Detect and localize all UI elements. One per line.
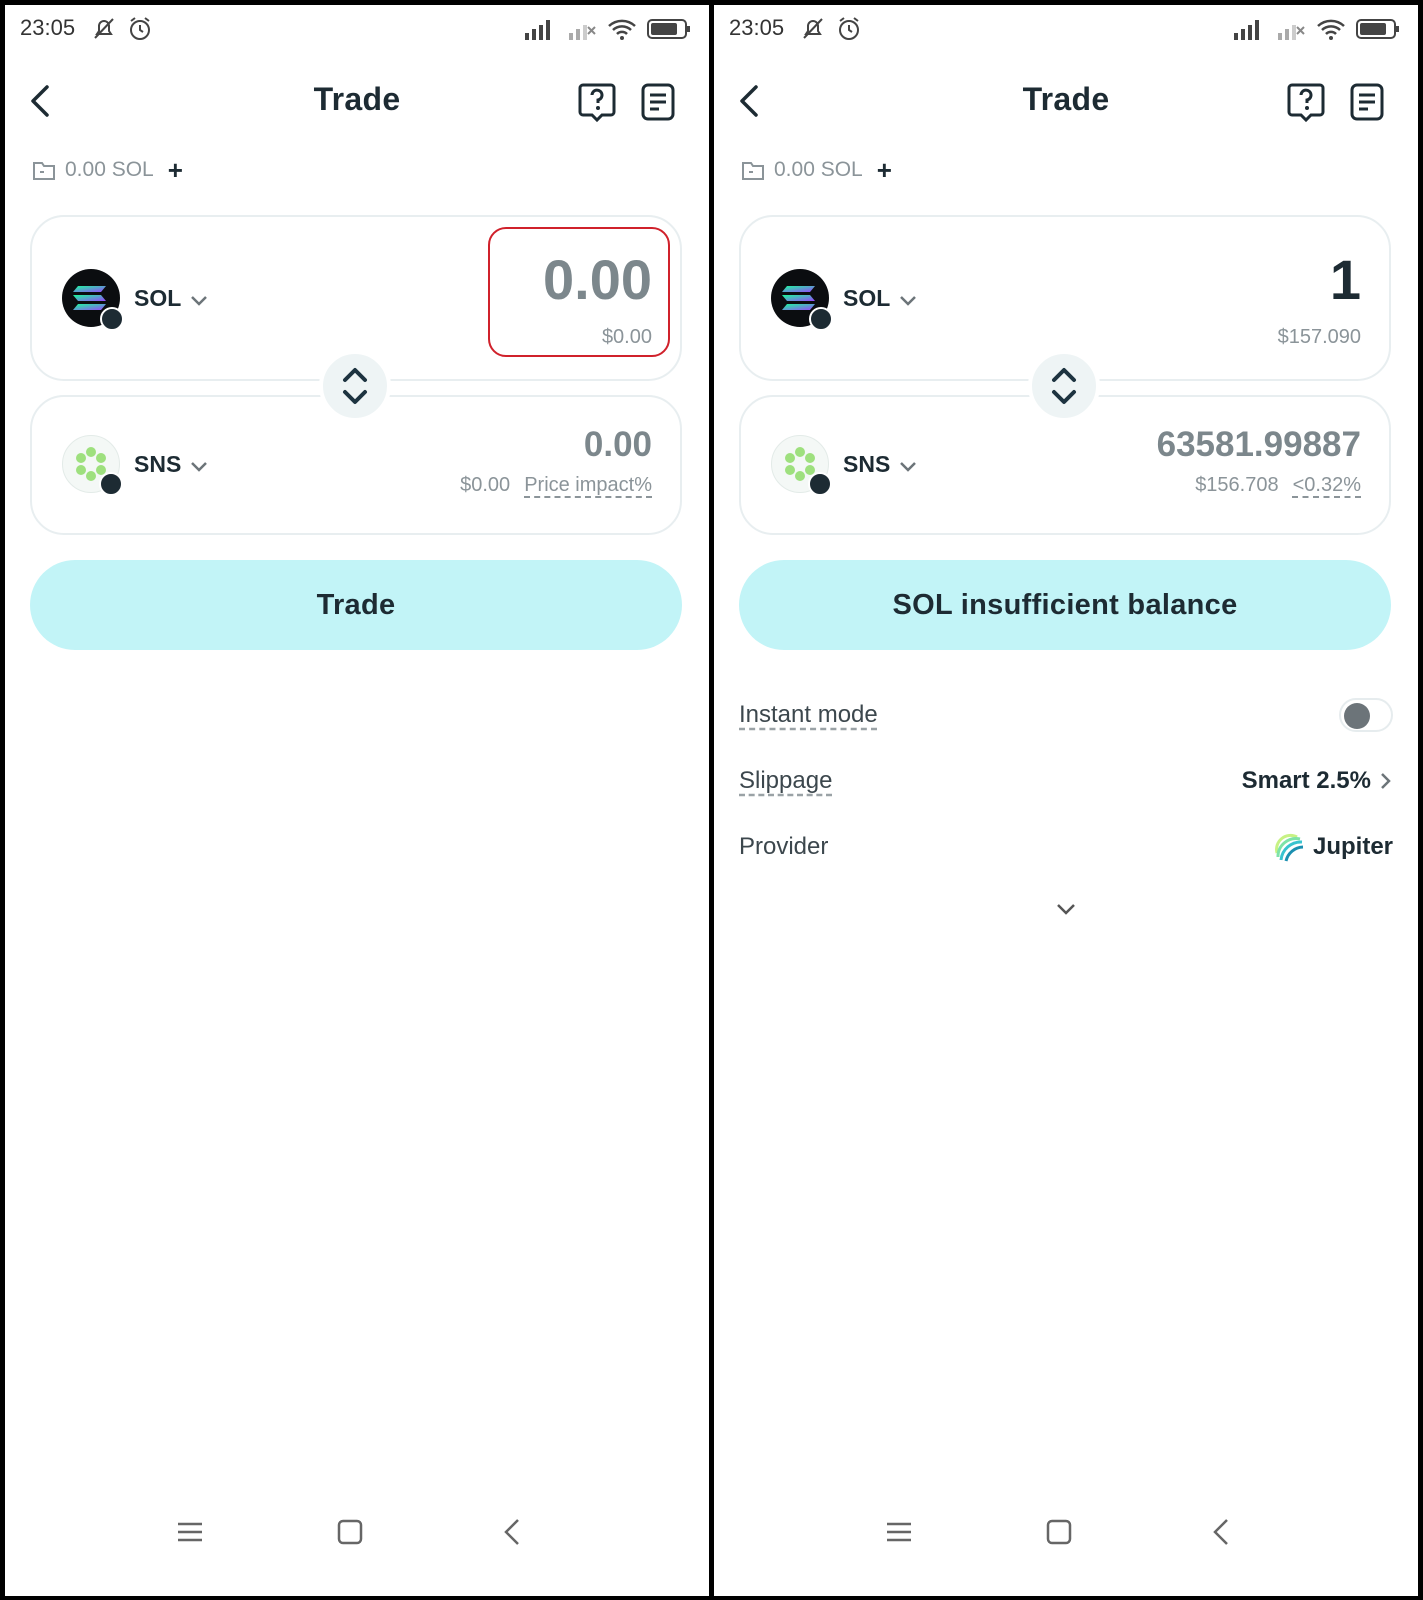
from-amount-box: $157.090 (1161, 247, 1361, 349)
system-nav-bar (714, 1505, 1418, 1565)
instant-mode-row: Instant mode (739, 695, 1393, 735)
swap-direction-button[interactable] (1028, 350, 1100, 422)
to-amount: 0.00 (583, 425, 652, 464)
alarm-icon (839, 17, 859, 40)
swap-arrows-icon (1052, 368, 1076, 404)
chevron-down-icon (900, 462, 917, 472)
status-bar: 23:05 (5, 5, 709, 55)
from-token-selector[interactable]: SOL (62, 269, 209, 331)
to-amount-box: 0.00 $0.00 Price impact% (460, 427, 652, 497)
wallet-icon (33, 162, 55, 180)
from-usd-value: $0.00 (601, 326, 652, 348)
header: Trade (714, 67, 1418, 137)
wallet-balance: 0.00 SOL (774, 158, 863, 181)
nav-back-icon[interactable] (1206, 1515, 1236, 1549)
to-usd-value: $0.00 (460, 474, 511, 496)
balance-row: 0.00 SOL + (31, 155, 183, 185)
system-nav-bar (5, 1505, 709, 1565)
menu-icon[interactable] (884, 1515, 914, 1549)
alarm-icon (130, 17, 150, 40)
slippage-row: Slippage Smart 2.5% (739, 761, 1393, 801)
trade-screen-empty: 23:05 Trade 0.00 SOL + SOL 0.00 $0.00 SN… (5, 5, 709, 1596)
balance-row: 0.00 SOL + (740, 155, 892, 185)
wallet-icon (742, 162, 764, 180)
to-token-selector[interactable]: SNS (771, 435, 918, 496)
to-amount-box: 63581.99887 $156.708 <0.32% (1157, 427, 1361, 497)
chain-badge-icon (100, 307, 124, 331)
from-token-symbol: SOL (843, 284, 891, 311)
menu-icon[interactable] (175, 1515, 205, 1549)
signal-icon (525, 20, 550, 40)
trade-screen-filled: 23:05 Trade 0.00 SOL + SOL 1 $157.090 SN… (714, 5, 1418, 1596)
to-token-selector[interactable]: SNS (62, 435, 209, 496)
jupiter-logo-icon (1275, 833, 1304, 862)
toggle-knob (1344, 703, 1370, 729)
to-token-symbol: SNS (843, 450, 891, 477)
sns-logo-icon (62, 435, 123, 496)
slippage-label[interactable]: Slippage (739, 767, 832, 795)
from-amount-box: $0.00 (452, 247, 652, 349)
slippage-value: Smart 2.5% (1241, 767, 1371, 794)
instant-mode-label[interactable]: Instant mode (739, 701, 878, 729)
expand-details-chevron-icon[interactable] (1046, 895, 1086, 925)
chain-badge-icon (808, 472, 832, 496)
chain-badge-icon (809, 307, 833, 331)
slippage-selector[interactable]: Smart 2.5% (1242, 767, 1393, 795)
help-button[interactable] (1286, 81, 1326, 123)
orders-button[interactable] (1348, 81, 1386, 123)
solana-logo-icon (62, 269, 124, 331)
battery-icon (647, 19, 690, 39)
chain-badge-icon (99, 472, 123, 496)
wifi-icon (608, 19, 636, 40)
home-icon[interactable] (335, 1517, 365, 1547)
chevron-right-icon (1381, 773, 1391, 789)
wallet-balance: 0.00 SOL (65, 158, 154, 181)
chevron-down-icon (900, 296, 917, 306)
provider-row: Provider Jupiter (739, 827, 1393, 867)
to-token-symbol: SNS (134, 450, 182, 477)
provider-value-group: Jupiter (1273, 831, 1393, 863)
chevron-down-icon (191, 462, 208, 472)
signal-weak-icon (1278, 25, 1305, 40)
wifi-icon (1317, 19, 1345, 40)
provider-label: Provider (739, 833, 829, 860)
status-bar: 23:05 (714, 5, 1418, 55)
signal-weak-icon (569, 25, 596, 40)
solana-logo-icon (771, 269, 833, 331)
orders-button[interactable] (639, 81, 677, 123)
to-usd-value: $156.708 (1195, 474, 1279, 496)
swap-arrows-icon (343, 368, 367, 404)
from-usd-value: $157.090 (1277, 326, 1361, 348)
header: Trade (5, 67, 709, 137)
mute-icon (803, 18, 823, 39)
swap-direction-button[interactable] (319, 350, 391, 422)
status-time: 23:05 (20, 15, 76, 40)
instant-mode-toggle[interactable] (1339, 698, 1393, 732)
from-token-selector[interactable]: SOL (771, 269, 918, 331)
trade-button[interactable]: Trade (30, 560, 682, 650)
nav-back-icon[interactable] (497, 1515, 527, 1549)
battery-icon (1356, 19, 1399, 39)
add-funds-button[interactable]: + (168, 157, 183, 183)
from-amount-input[interactable] (1161, 247, 1361, 312)
signal-icon (1234, 20, 1259, 40)
status-time: 23:05 (729, 15, 785, 40)
help-button[interactable] (577, 81, 617, 123)
mute-icon (94, 18, 114, 39)
sns-logo-icon (771, 435, 832, 496)
add-funds-button[interactable]: + (877, 157, 892, 183)
to-amount: 63581.99887 (1156, 425, 1361, 464)
price-impact-link[interactable]: <0.32% (1293, 474, 1361, 497)
price-impact-link[interactable]: Price impact% (524, 474, 652, 497)
home-icon[interactable] (1044, 1517, 1074, 1547)
provider-value: Jupiter (1312, 833, 1393, 860)
insufficient-balance-button[interactable]: SOL insufficient balance (739, 560, 1391, 650)
chevron-down-icon (191, 296, 208, 306)
from-amount-input[interactable] (452, 247, 652, 312)
from-token-symbol: SOL (134, 284, 182, 311)
